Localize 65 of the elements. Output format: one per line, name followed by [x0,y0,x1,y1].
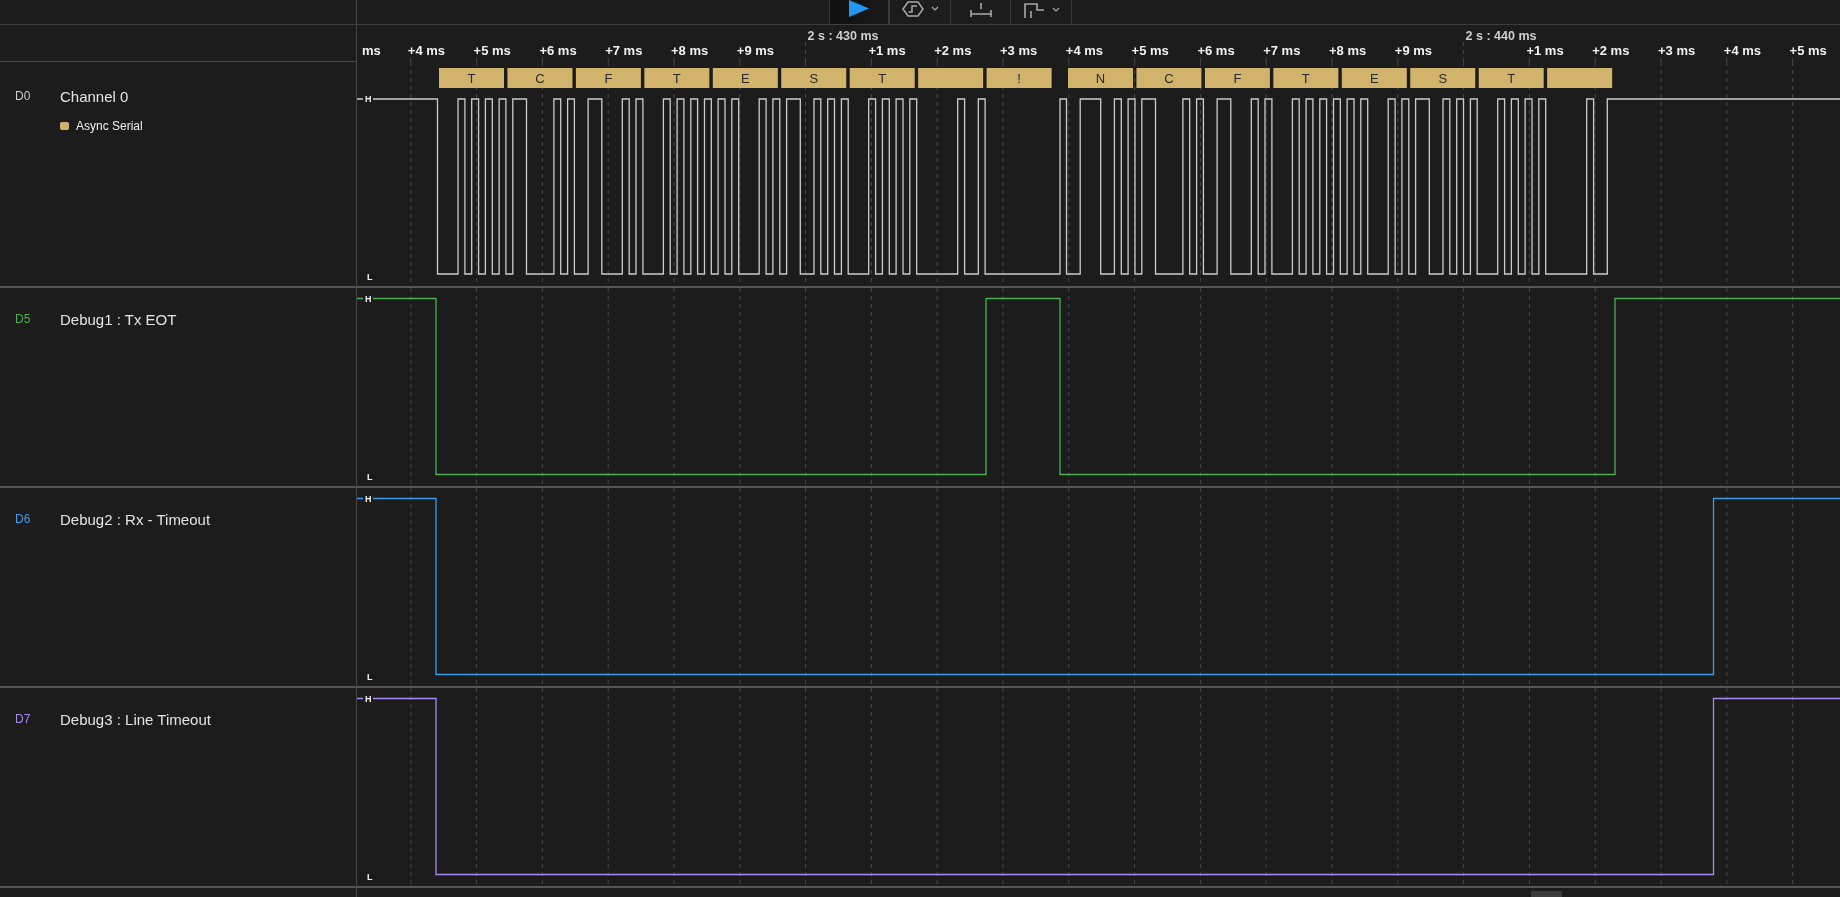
channel-name: Debug2 : Rx - Timeout [60,510,211,528]
time-label: +4 ms [407,43,446,58]
channel-name: Debug1 : Tx EOT [60,310,177,328]
bracket-icon [969,2,992,17]
decoded-frame [1547,68,1613,88]
low-level-label: L [367,472,373,482]
time-label: +8 ms [671,43,709,58]
low-level-label: L [367,672,373,682]
time-label: +6 ms [1197,43,1235,58]
chevron-icon [1051,7,1060,12]
channel-id: D6 [15,512,32,526]
time-label: +1 ms [868,43,906,58]
high-level-label: H [365,493,372,504]
decoded-frame: T [439,68,504,88]
time-label: +2 ms [934,43,972,58]
time-label: +5 ms [1131,43,1169,58]
play-icon [849,0,869,17]
time-label: ms [362,43,381,58]
chevron-icon [930,6,939,11]
channel-name: Channel 0 [60,87,129,105]
channel-id: D7 [15,712,32,726]
channel-name: Debug3 : Line Timeout [60,710,211,728]
decoded-frame: S [1410,68,1476,88]
time-label: +6 ms [539,43,577,58]
channel-id: D5 [15,312,32,326]
time-label: +9 ms [1394,43,1433,58]
decoded-frame: N [1068,68,1133,88]
pulse-icon [1022,2,1045,18]
channel-id: D0 [15,89,32,103]
decoded-frame: ! [986,68,1052,88]
decoded-frame: C [1136,68,1202,88]
time-label: +3 ms [1658,43,1696,58]
high-level-label: H [365,94,372,105]
scrollbar-thumb[interactable] [1531,891,1562,897]
time-label: +3 ms [1000,43,1038,58]
time-label: +9 ms [736,43,775,58]
high-level-label: H [365,293,372,304]
decoded-frame: T [1273,68,1339,88]
time-label: +7 ms [605,43,643,58]
time-label: +7 ms [1263,43,1301,58]
time-label: +5 ms [473,43,511,58]
decoded-frame: F [575,68,641,88]
analyzer-name[interactable]: Async Serial [76,119,143,133]
time-label: +2 ms [1592,43,1630,58]
decoded-frame: T [1478,68,1544,88]
decoded-frame: C [507,68,573,88]
timestamp-label: 2 s : 440 ms [1465,29,1537,43]
decoded-frame [918,68,984,88]
decoded-frame: E [712,68,778,88]
low-level-label: L [367,872,373,882]
decoded-frame: E [1341,68,1407,88]
decoded-frame: T [644,68,710,88]
decoded-frame: F [1204,68,1270,88]
high-level-label: H [365,693,372,704]
time-label: +1 ms [1526,43,1564,58]
decoded-frame: T [849,68,915,88]
decoded-frame: S [781,68,847,88]
time-label: +4 ms [1065,43,1104,58]
hexagon-icon [901,1,924,17]
time-label: +4 ms [1723,43,1762,58]
time-label: +5 ms [1789,43,1827,58]
timestamp-label: 2 s : 430 ms [807,29,879,43]
play-button[interactable] [829,0,890,24]
low-level-label: L [367,271,373,282]
time-label: +8 ms [1329,43,1367,58]
